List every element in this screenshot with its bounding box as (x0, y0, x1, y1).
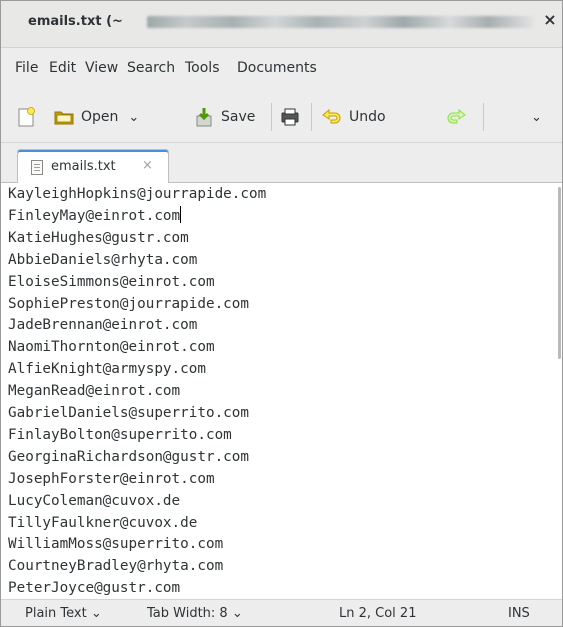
text-line[interactable]: KayleighHopkins@jourrapide.com (8, 183, 266, 205)
open-button[interactable]: Open ⌄ (53, 91, 139, 143)
title-bar[interactable]: emails.txt (~ × (1, 1, 562, 48)
folder-icon (54, 111, 74, 125)
undo-button[interactable]: Undo (321, 91, 386, 143)
text-line[interactable]: GabrielDaniels@superrito.com (8, 402, 249, 424)
menu-file[interactable]: File (15, 60, 38, 76)
menu-bar: File Edit View Search Tools Documents (1, 49, 562, 91)
text-cursor (180, 205, 182, 223)
text-line[interactable]: KatieHughes@gustr.com (8, 227, 189, 249)
menu-view[interactable]: View (85, 60, 118, 76)
tab-label: emails.txt (51, 159, 116, 174)
chevron-down-icon: ⌄ (531, 109, 542, 125)
editor-window: emails.txt (~ × File Edit View Search To… (0, 0, 563, 627)
redacted-path (147, 16, 535, 28)
text-file-icon (31, 160, 43, 175)
chevron-down-icon[interactable]: ⌄ (128, 110, 139, 125)
toolbar-separator (271, 103, 272, 131)
print-icon (281, 108, 299, 126)
text-line[interactable]: FinlayBolton@superrito.com (8, 424, 232, 446)
undo-icon (322, 108, 341, 124)
text-line[interactable]: PeterJoyce@gustr.com (8, 577, 180, 599)
save-label: Save (221, 109, 256, 125)
text-line[interactable]: EloiseSimmons@einrot.com (8, 271, 215, 293)
undo-label: Undo (349, 109, 386, 125)
status-bar: Plain Text ⌄ Tab Width: 8 ⌄ Ln 2, Col 21… (1, 599, 562, 626)
open-label: Open (81, 109, 119, 125)
text-line[interactable]: AlfieKnight@armyspy.com (8, 358, 206, 380)
toolbar: Open ⌄ Save Undo ⌄ (1, 91, 562, 143)
text-line[interactable]: MeganRead@einrot.com (8, 380, 180, 402)
menu-edit[interactable]: Edit (49, 60, 76, 76)
text-line[interactable]: FinleyMay@einrot.com (8, 205, 182, 227)
text-line[interactable]: WilliamMoss@superrito.com (8, 533, 223, 555)
new-document-icon (18, 107, 35, 127)
new-document-button[interactable] (15, 91, 37, 143)
text-line[interactable]: JadeBrennan@einrot.com (8, 314, 197, 336)
tab-bar: emails.txt × (1, 143, 562, 184)
save-icon (196, 108, 212, 127)
text-line[interactable]: TillyFaulkner@cuvox.de (8, 512, 197, 534)
text-line[interactable]: JosephForster@einrot.com (8, 468, 215, 490)
save-button[interactable]: Save (193, 91, 255, 143)
window-title: emails.txt (~ (28, 14, 123, 29)
text-line[interactable]: AbbieDaniels@rhyta.com (8, 249, 197, 271)
print-button[interactable] (279, 91, 301, 143)
scrollbar[interactable] (558, 187, 561, 359)
toolbar-overflow-button[interactable]: ⌄ (531, 91, 542, 143)
text-line[interactable]: GeorginaRichardson@gustr.com (8, 446, 249, 468)
toolbar-separator (311, 103, 312, 131)
close-icon[interactable]: × (541, 11, 559, 29)
cursor-position: Ln 2, Col 21 (339, 606, 417, 621)
menu-documents[interactable]: Documents (237, 60, 317, 76)
redo-icon (447, 108, 466, 124)
tab-width-selector[interactable]: Tab Width: 8 ⌄ (147, 606, 243, 621)
menu-search[interactable]: Search (127, 60, 175, 76)
tab-emails-txt[interactable]: emails.txt × (17, 149, 169, 184)
text-editor[interactable]: KayleighHopkins@jourrapide.com FinleyMay@… (1, 183, 562, 599)
text-line[interactable]: CourtneyBradley@rhyta.com (8, 555, 223, 577)
language-selector[interactable]: Plain Text ⌄ (25, 606, 102, 621)
text-line[interactable]: NaomiThornton@einrot.com (8, 336, 215, 358)
toolbar-separator (483, 103, 484, 131)
text-line[interactable]: SophiePreston@jourrapide.com (8, 293, 249, 315)
insert-mode: INS (508, 606, 530, 621)
close-tab-icon[interactable]: × (142, 158, 153, 173)
text-line[interactable]: LucyColeman@cuvox.de (8, 490, 180, 512)
menu-tools[interactable]: Tools (185, 60, 220, 76)
redo-button[interactable] (445, 91, 467, 143)
